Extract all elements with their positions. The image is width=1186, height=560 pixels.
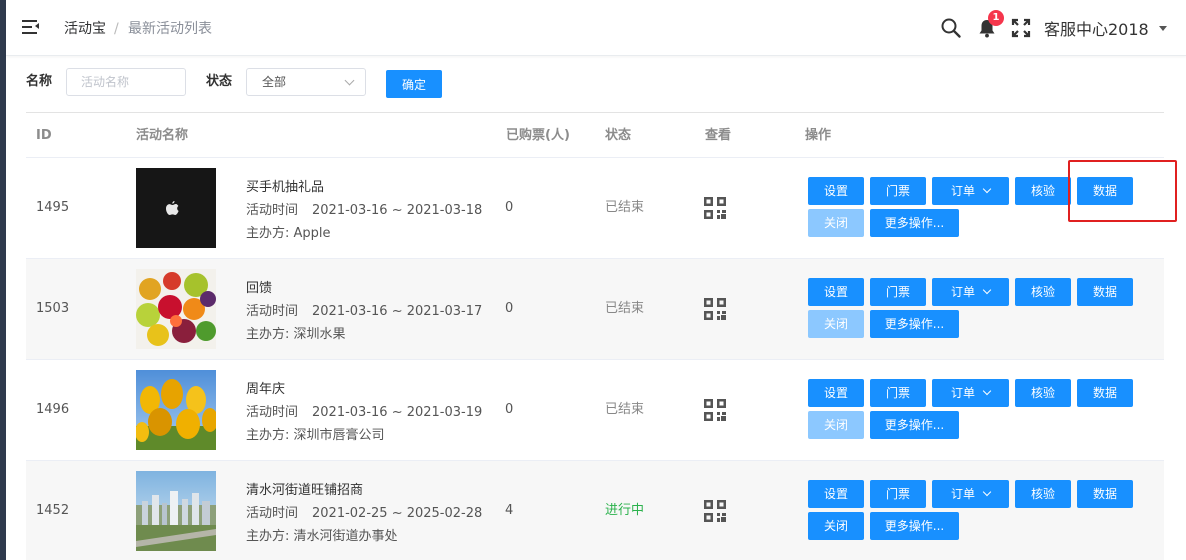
table-row: 1495 买手机抽礼品 活动时间 2021-03-16 ~ 2021-03-18 … — [26, 158, 1164, 259]
data-button[interactable]: 数据 — [1077, 177, 1133, 205]
close-button[interactable]: 关闭 — [808, 512, 864, 540]
orders-dropdown-button[interactable]: 订单 — [932, 278, 1009, 306]
status-filter-select[interactable]: 全部 — [246, 68, 366, 96]
status-badge: 已结束 — [605, 301, 645, 316]
data-button[interactable]: 数据 — [1077, 278, 1133, 306]
more-actions-button[interactable]: 更多操作... — [870, 512, 959, 540]
settings-button[interactable]: 设置 — [808, 379, 864, 407]
row-id: 1496 — [36, 402, 70, 417]
qrcode-icon[interactable] — [704, 500, 726, 522]
event-info: 回馈 活动时间 2021-03-16 ~ 2021-03-17 主办方: 深圳水果 — [246, 277, 482, 346]
orders-dropdown-button[interactable]: 订单 — [932, 379, 1009, 407]
event-thumbnail[interactable] — [136, 168, 216, 248]
status-badge: 已结束 — [605, 200, 645, 215]
sidebar-edge — [0, 0, 6, 560]
qrcode-icon[interactable] — [704, 399, 726, 421]
event-thumbnail[interactable] — [136, 269, 216, 349]
settings-button[interactable]: 设置 — [808, 177, 864, 205]
menu-toggle-icon[interactable] — [22, 19, 40, 37]
user-name: 客服中心2018 — [1044, 20, 1149, 39]
status-badge: 已结束 — [605, 402, 645, 417]
col-view: 查看 — [705, 128, 732, 143]
event-organizer: 主办方: 清水河街道办事处 — [246, 529, 398, 544]
table-header: ID 活动名称 已购票(人) 状态 查看 操作 — [26, 113, 1164, 158]
tickets-button[interactable]: 门票 — [870, 480, 926, 508]
more-actions-button[interactable]: 更多操作... — [870, 209, 959, 237]
row-id: 1452 — [36, 503, 70, 518]
event-title[interactable]: 买手机抽礼品 — [246, 176, 482, 199]
status-filter-label: 状态 — [206, 74, 233, 89]
qrcode-icon[interactable] — [704, 298, 726, 320]
event-title[interactable]: 回馈 — [246, 277, 482, 300]
event-info: 买手机抽礼品 活动时间 2021-03-16 ~ 2021-03-18 主办方: … — [246, 176, 482, 245]
orders-dropdown-button[interactable]: 订单 — [932, 480, 1009, 508]
orders-dropdown-button[interactable]: 订单 — [932, 177, 1009, 205]
event-time: 活动时间 2021-02-25 ~ 2025-02-28 — [246, 506, 483, 521]
col-status: 状态 — [605, 128, 632, 143]
row-tickets: 0 — [505, 301, 514, 316]
verify-button[interactable]: 核验 — [1015, 278, 1071, 306]
col-id: ID — [36, 128, 52, 143]
event-title[interactable]: 清水河街道旺铺招商 — [246, 479, 482, 502]
chevron-down-icon — [344, 75, 355, 86]
more-actions-button[interactable]: 更多操作... — [870, 411, 959, 439]
name-filter-input[interactable] — [66, 68, 186, 96]
settings-button[interactable]: 设置 — [808, 278, 864, 306]
event-time: 活动时间 2021-03-16 ~ 2021-03-19 — [246, 405, 483, 420]
verify-button[interactable]: 核验 — [1015, 379, 1071, 407]
verify-button[interactable]: 核验 — [1015, 177, 1071, 205]
verify-button[interactable]: 核验 — [1015, 480, 1071, 508]
tickets-button[interactable]: 门票 — [870, 379, 926, 407]
chevron-down-icon — [982, 487, 992, 497]
confirm-button[interactable]: 确定 — [386, 70, 442, 98]
fullscreen-icon[interactable] — [1010, 17, 1032, 39]
caret-down-icon — [1158, 25, 1167, 31]
table-row: 1503 回馈 活动时间 2021-03-16 ~ 2021-03-17 主办方:… — [26, 259, 1164, 360]
top-header: 活动宝 / 最新活动列表 1 客服中心2018 — [6, 0, 1186, 56]
chevron-down-icon — [982, 285, 992, 295]
close-button[interactable]: 关闭 — [808, 411, 864, 439]
row-id: 1503 — [36, 301, 70, 316]
settings-button[interactable]: 设置 — [808, 480, 864, 508]
event-organizer: 主办方: 深圳水果 — [246, 327, 346, 342]
more-actions-button[interactable]: 更多操作... — [870, 310, 959, 338]
chevron-down-icon — [982, 184, 992, 194]
event-thumbnail[interactable] — [136, 471, 216, 551]
breadcrumb-home[interactable]: 活动宝 — [64, 19, 106, 39]
event-time: 活动时间 2021-03-16 ~ 2021-03-18 — [246, 203, 483, 218]
breadcrumb-current: 最新活动列表 — [128, 21, 212, 37]
status-badge: 进行中 — [605, 503, 645, 518]
event-title[interactable]: 周年庆 — [246, 378, 482, 401]
row-tickets: 4 — [505, 503, 514, 518]
table-row: 1452 清水河街道旺铺招商 活动时间 2021-02-25 ~ 2025-02-… — [26, 461, 1164, 560]
activity-table: ID 活动名称 已购票(人) 状态 查看 操作 1495 买手机抽礼品 活动时间… — [26, 112, 1164, 560]
chevron-down-icon — [982, 386, 992, 396]
breadcrumb-separator: / — [114, 21, 119, 37]
table-row: 1496 周年庆 活动时间 2021-03-16 ~ 2021-03-19 主办方… — [26, 360, 1164, 461]
event-organizer: 主办方: 深圳市唇膏公司 — [246, 428, 385, 443]
col-tickets: 已购票(人) — [506, 128, 570, 143]
event-time: 活动时间 2021-03-16 ~ 2021-03-17 — [246, 304, 483, 319]
row-id: 1495 — [36, 200, 70, 215]
tickets-button[interactable]: 门票 — [870, 278, 926, 306]
col-actions: 操作 — [805, 128, 832, 143]
close-button[interactable]: 关闭 — [808, 310, 864, 338]
user-menu[interactable]: 客服中心2018 — [1044, 17, 1167, 39]
data-button[interactable]: 数据 — [1077, 379, 1133, 407]
event-thumbnail[interactable] — [136, 370, 216, 450]
row-tickets: 0 — [505, 402, 514, 417]
status-filter-value: 全部 — [262, 75, 287, 89]
event-info: 周年庆 活动时间 2021-03-16 ~ 2021-03-19 主办方: 深圳市… — [246, 378, 482, 447]
close-button[interactable]: 关闭 — [808, 209, 864, 237]
event-info: 清水河街道旺铺招商 活动时间 2021-02-25 ~ 2025-02-28 主办… — [246, 479, 482, 548]
tickets-button[interactable]: 门票 — [870, 177, 926, 205]
data-button[interactable]: 数据 — [1077, 480, 1133, 508]
event-organizer: 主办方: Apple — [246, 226, 331, 241]
col-name: 活动名称 — [136, 128, 189, 143]
name-filter-label: 名称 — [26, 74, 53, 89]
search-icon[interactable] — [940, 17, 962, 39]
notification-badge: 1 — [988, 10, 1004, 26]
qrcode-icon[interactable] — [704, 197, 726, 219]
row-tickets: 0 — [505, 200, 514, 215]
